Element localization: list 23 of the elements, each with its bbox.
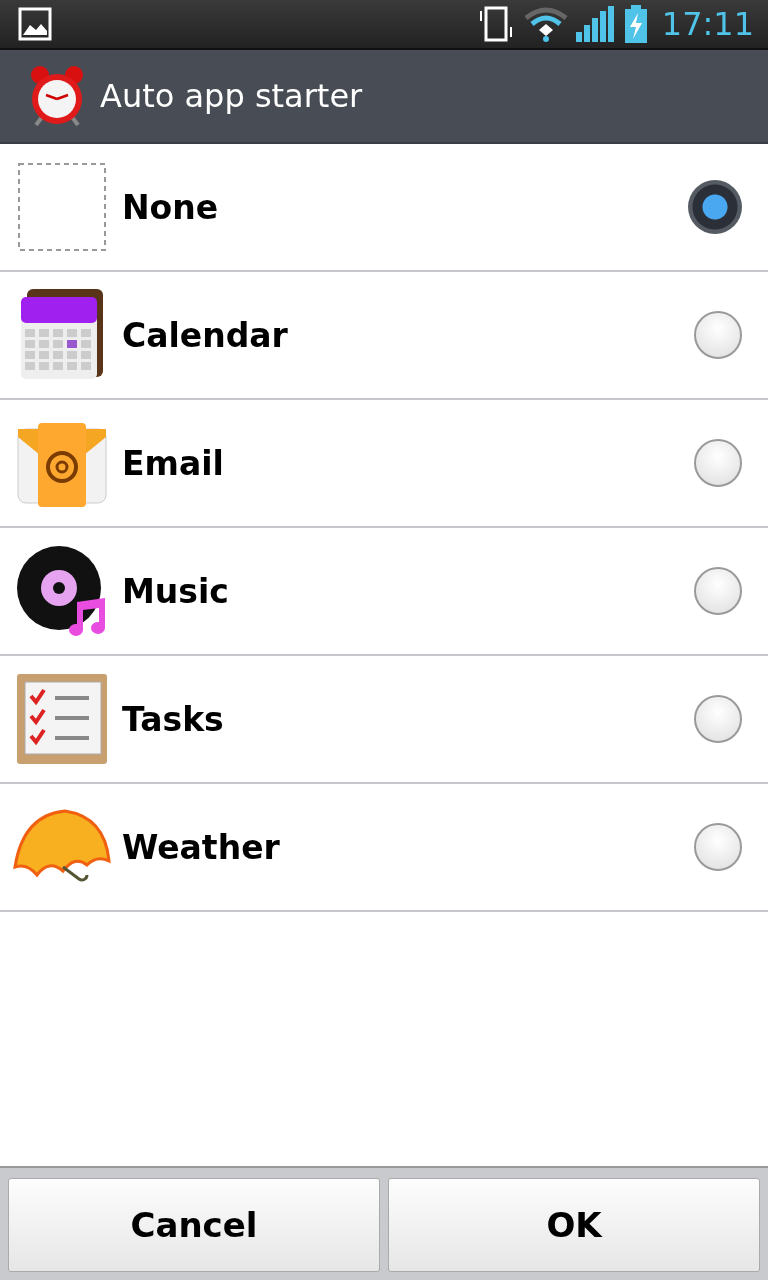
radio-button[interactable]: [688, 180, 742, 234]
picture-notification-icon: [18, 7, 52, 41]
radio-button[interactable]: [694, 823, 742, 871]
alarm-clock-icon: [28, 65, 86, 127]
radio-button[interactable]: [694, 567, 742, 615]
ok-button[interactable]: OK: [388, 1178, 760, 1272]
option-label: Tasks: [122, 699, 225, 739]
empty-placeholder-icon: [17, 162, 107, 252]
option-label: None: [122, 187, 220, 227]
radio-button[interactable]: [694, 695, 742, 743]
charging-battery-icon: [623, 5, 648, 43]
option-label: Music: [122, 571, 230, 611]
option-label: Email: [122, 443, 225, 483]
checklist-icon: [15, 672, 109, 766]
option-label: Calendar: [122, 315, 289, 355]
clock-time: 17:11: [661, 5, 754, 43]
wifi-icon: [523, 6, 568, 42]
option-label: Weather: [122, 827, 281, 867]
cancel-button[interactable]: Cancel: [8, 1178, 380, 1272]
app-title: Auto app starter: [100, 77, 363, 115]
radio-button[interactable]: [694, 311, 742, 359]
signal-bars-icon: [575, 6, 616, 42]
radio-button[interactable]: [694, 439, 742, 487]
